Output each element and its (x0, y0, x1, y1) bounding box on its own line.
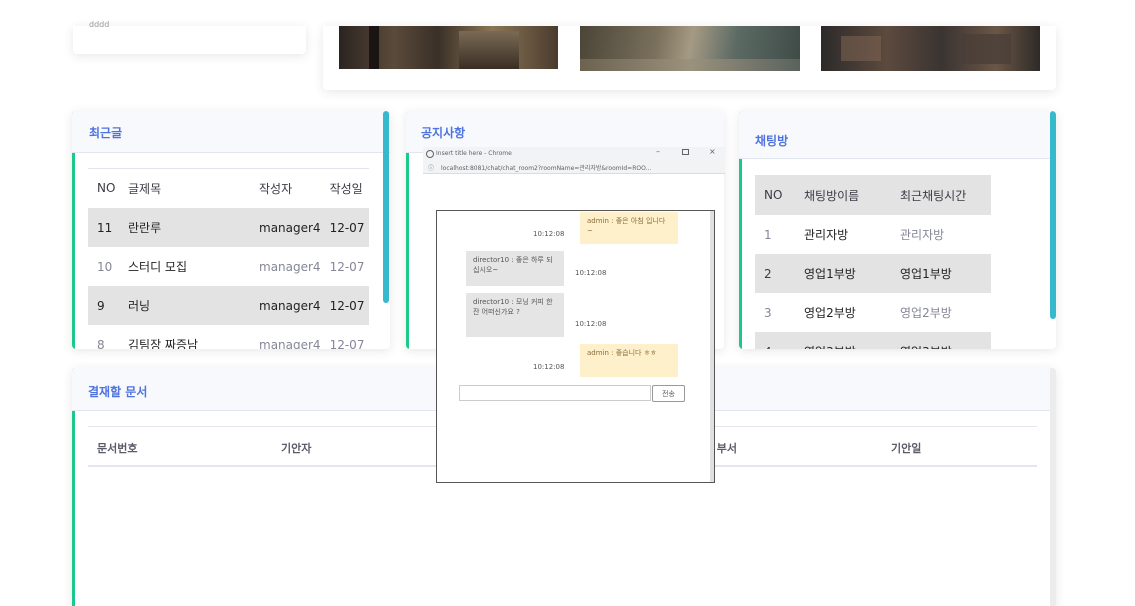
cell-room-name[interactable]: 영업1부방 (795, 254, 891, 293)
cell-no: 4 (755, 332, 795, 350)
cell-author: manager4 (259, 259, 321, 274)
top-left-card-text: dddd (89, 20, 110, 29)
minimize-icon[interactable]: – (656, 147, 660, 156)
message-time: 10:12:08 (575, 269, 607, 277)
recent-posts-table: NO 글제목 작성자 작성일 11 란란루 manager4 12-07 10 … (88, 168, 369, 349)
recent-posts-title: 최근글 (89, 126, 123, 140)
cell-no: 10 (97, 259, 113, 274)
cell-author: manager4 (259, 337, 321, 350)
chatroom-scrollbar[interactable] (1050, 111, 1056, 319)
chat-window-right-border (710, 211, 714, 482)
chat-message-input[interactable] (459, 385, 651, 401)
column-header: NO (764, 188, 783, 202)
cell-author: manager4 (259, 298, 321, 313)
column-header: 문서번호 (97, 442, 138, 455)
chatroom-card: 채팅방 NO 채팅방이름 최근채팅시간 1 관리자방 관리자방 2 영업1부방 … (739, 111, 1056, 349)
table-row[interactable]: 9 러닝 manager4 12-07 (88, 286, 369, 325)
chat-bubble-other: director10 : 모닝 커피 한잔 어떠신가요 ? (466, 293, 564, 337)
cell-date: 12-07 (329, 220, 365, 235)
table-header-row: NO 채팅방이름 최근채팅시간 (755, 175, 991, 215)
table-row[interactable]: 1 관리자방 관리자방 (755, 215, 991, 254)
column-header: 글제목 (128, 181, 162, 196)
chatroom-title: 채팅방 (755, 134, 789, 148)
column-header: NO (97, 181, 116, 195)
cell-last-time: 영업2부방 (900, 306, 952, 320)
photo-card (323, 26, 1056, 90)
table-header-row: NO 글제목 작성자 작성일 (88, 168, 369, 208)
recent-posts-scrollbar[interactable] (383, 111, 389, 303)
table-row[interactable]: 11 란란루 manager4 12-07 (88, 208, 369, 247)
popup-titlebar[interactable]: Insert title here - Chrome – × ⓘ localho… (423, 147, 725, 174)
column-header: 기안일 (891, 442, 922, 455)
top-left-card: dddd (73, 20, 306, 54)
send-button[interactable]: 전송 (652, 385, 685, 402)
cell-last-time: 영업3부방 (891, 332, 991, 349)
notice-title: 공지사항 (421, 126, 466, 140)
chrome-icon (426, 150, 434, 158)
chat-window: 10:12:08 admin : 좋은 아침 입니다~ director10 :… (436, 210, 715, 483)
table-row[interactable]: 10 스터디 모집 manager4 12-07 (88, 247, 369, 286)
chat-bubble-other: director10 : 좋은 하루 되십시오~ (466, 251, 564, 286)
cell-date: 12-07 (329, 298, 365, 313)
cell-title[interactable]: 스터디 모집 (119, 247, 250, 286)
cell-title[interactable]: 러닝 (119, 286, 250, 325)
table-row[interactable]: 8 김팀장 짜증남 manager4 12-07 (88, 325, 369, 350)
cell-room-name[interactable]: 영업2부방 (795, 293, 891, 332)
chat-bubble-mine: admin : 좋은 아침 입니다~ (580, 212, 678, 244)
message-time: 10:12:08 (575, 320, 607, 328)
message-time: 10:12:08 (533, 363, 565, 371)
column-header: 부서 (716, 442, 737, 455)
cell-last-time: 관리자방 (900, 228, 945, 242)
recent-posts-card: 최근글 NO 글제목 작성자 작성일 11 란란루 manager4 12-07… (72, 111, 390, 349)
cell-title[interactable]: 김팀장 짜증남 (119, 325, 250, 349)
chatroom-header: 채팅방 (739, 111, 1056, 159)
approval-right-shadow (1050, 368, 1056, 606)
column-header: 작성자 (259, 181, 293, 196)
table-row[interactable]: 3 영업2부방 영업2부방 (755, 293, 991, 332)
cell-room-name[interactable]: 관리자방 (795, 215, 891, 254)
cell-no: 3 (764, 305, 772, 320)
popup-window-title: Insert title here - Chrome (436, 150, 512, 157)
close-icon[interactable]: × (709, 147, 716, 156)
cell-room-name[interactable]: 영업3부방 (795, 332, 891, 349)
cell-last-time: 영업1부방 (900, 267, 952, 281)
maximize-icon[interactable] (682, 149, 689, 155)
cell-no: 2 (764, 266, 772, 281)
cell-date: 12-07 (329, 259, 365, 274)
message-time: 10:12:08 (533, 230, 565, 238)
popup-url: localhost:8081/chat/chat_room2?roomName=… (441, 165, 652, 172)
photo-city[interactable] (821, 26, 1040, 71)
cell-title[interactable]: 란란루 (119, 208, 250, 247)
cell-date: 12-07 (329, 337, 365, 350)
cell-no: 11 (97, 220, 113, 235)
cell-no: 9 (97, 298, 105, 313)
column-header: 최근채팅시간 (900, 188, 967, 203)
chatroom-table: NO 채팅방이름 최근채팅시간 1 관리자방 관리자방 2 영업1부방 영업1부… (755, 175, 991, 349)
approval-title: 결재할 문서 (88, 385, 148, 399)
recent-posts-header: 최근글 (72, 111, 390, 153)
info-icon[interactable]: ⓘ (428, 163, 434, 172)
photo-canal[interactable] (580, 26, 800, 71)
cell-no: 1 (764, 227, 772, 242)
table-row[interactable]: 4 영업3부방 영업3부방 (755, 332, 991, 349)
photo-cathedral[interactable] (339, 26, 558, 69)
table-row[interactable]: 2 영업1부방 영업1부방 (755, 254, 991, 293)
column-header: 작성일 (329, 181, 363, 196)
chat-bubble-mine: admin : 좋습니다 ㅎㅎ (580, 344, 678, 377)
cell-author: manager4 (259, 220, 321, 235)
column-header: 기안자 (281, 442, 312, 455)
cell-no: 8 (97, 337, 105, 350)
column-header: 채팅방이름 (804, 188, 860, 203)
